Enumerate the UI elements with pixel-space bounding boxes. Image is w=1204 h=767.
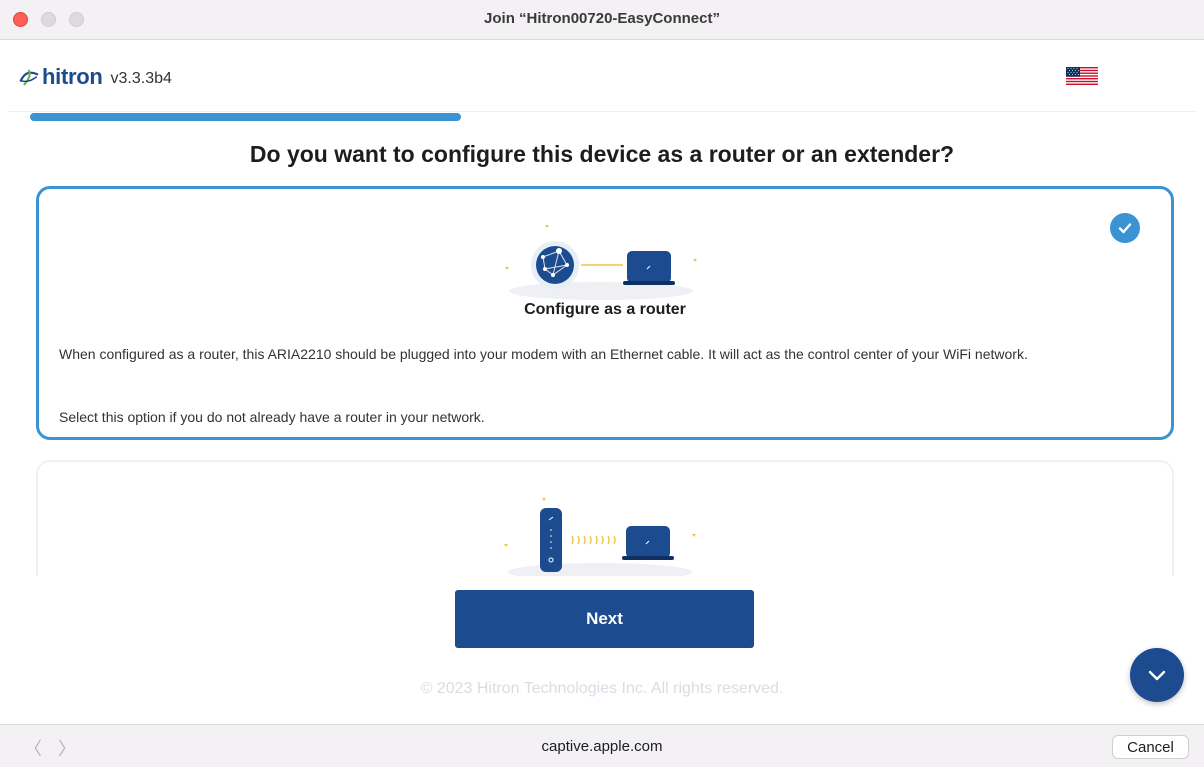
bottom-toolbar: 〈 〉 captive.apple.com Cancel: [0, 724, 1204, 767]
option-title: Configure as a router: [524, 301, 686, 318]
copyright-text: © 2023 Hitron Technologies Inc. All righ…: [420, 680, 784, 697]
progress-bar: [30, 113, 461, 121]
page-header: hitron v3.3.3b4: [0, 40, 1204, 112]
next-button[interactable]: Next: [455, 590, 754, 648]
page-url: captive.apple.com: [541, 738, 663, 755]
selected-check-icon: [1110, 213, 1140, 243]
header-divider: [8, 111, 1196, 112]
title-bar: Join “Hitron00720-EasyConnect”: [0, 0, 1204, 40]
hitron-logo: hitron v3.3.3b4: [18, 63, 172, 91]
scroll-down-button[interactable]: [1130, 648, 1184, 702]
options-list[interactable]: Configure as a router When configured as…: [30, 182, 1180, 576]
app-version: v3.3.3b4: [110, 70, 172, 87]
us-flag-icon[interactable]: [1066, 67, 1098, 85]
option-card-router[interactable]: Configure as a router When configured as…: [36, 186, 1174, 440]
option-description: When configured as a router, this ARIA22…: [59, 346, 1028, 362]
logo-text: hitron: [42, 64, 103, 89]
router-illustration-icon: [505, 225, 697, 300]
extender-illustration-icon: [504, 498, 696, 576]
chevron-down-icon: [1148, 670, 1166, 681]
captive-portal-window: Join “Hitron00720-EasyConnect” hitron v3…: [0, 0, 1204, 767]
page-question: Do you want to configure this device as …: [249, 141, 955, 167]
option-card-extender[interactable]: [36, 460, 1174, 576]
cancel-button[interactable]: Cancel: [1112, 735, 1189, 759]
option-note: Select this option if you do not already…: [59, 409, 485, 425]
hitron-swirl-icon: [19, 69, 39, 86]
window-title: Join “Hitron00720-EasyConnect”: [484, 10, 720, 27]
